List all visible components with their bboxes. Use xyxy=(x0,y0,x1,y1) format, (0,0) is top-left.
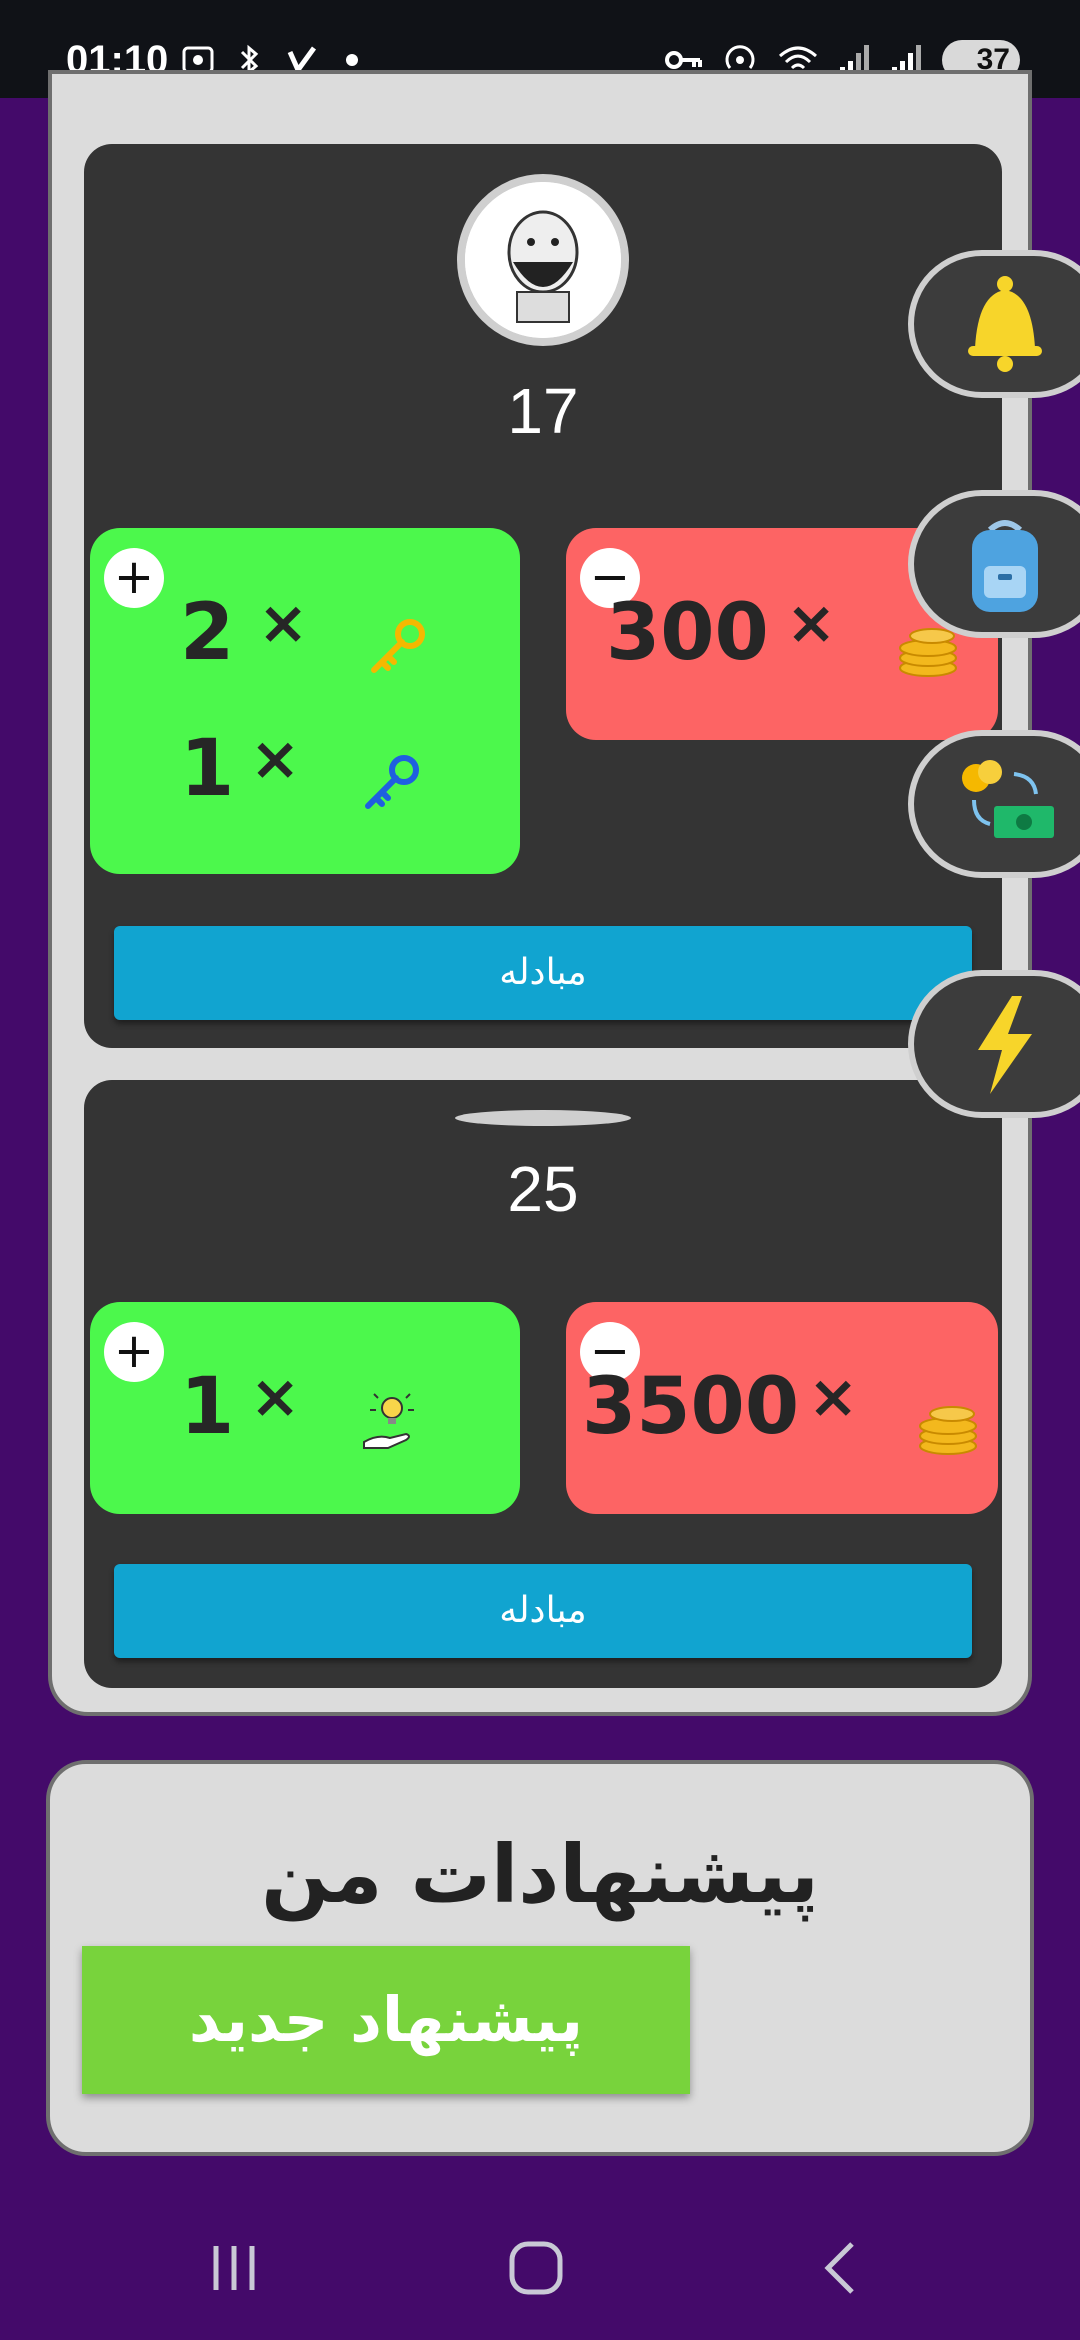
boost-tab[interactable] xyxy=(908,970,1080,1118)
notifications-tab[interactable] xyxy=(908,250,1080,398)
system-nav-bar xyxy=(0,2180,1080,2340)
multiply-sign: × xyxy=(786,588,837,658)
offers-list-panel: 17 + 2 × 1 × − 300 × مبادله 25 + 1 × − 3… xyxy=(48,70,1032,1716)
hint-lightbulb-icon xyxy=(363,1393,414,1449)
back-icon[interactable] xyxy=(812,2240,868,2296)
multiply-sign: × xyxy=(808,1362,859,1432)
my-offers-panel: پیشنهادات من پیشنهاد جدید xyxy=(46,1760,1034,2156)
offer-score: 17 xyxy=(507,375,579,447)
item-quantity: 300 xyxy=(606,588,769,678)
new-offer-button[interactable]: پیشنهاد جدید xyxy=(82,1946,690,2094)
exchange-tab[interactable] xyxy=(908,730,1080,878)
blue-key-icon xyxy=(365,755,419,809)
inventory-tab[interactable] xyxy=(908,490,1080,638)
lightning-icon xyxy=(978,996,1032,1094)
give-items-box: + 2 × 1 × xyxy=(90,528,520,874)
coins-icon xyxy=(919,1406,977,1455)
item-quantity: 3500 xyxy=(582,1362,800,1452)
avatar-image-icon xyxy=(465,182,621,338)
home-icon[interactable] xyxy=(508,2240,564,2296)
exchange-button[interactable]: مبادله xyxy=(114,1564,972,1658)
exchange-button[interactable]: مبادله xyxy=(114,926,972,1020)
avatar[interactable] xyxy=(455,1110,631,1126)
multiply-sign: × xyxy=(250,1362,301,1432)
item-quantity: 1 xyxy=(180,1362,235,1452)
avatar[interactable] xyxy=(457,174,629,346)
item-quantity: 2 xyxy=(180,588,235,678)
dot-icon xyxy=(346,54,358,66)
offer-card: 17 + 2 × 1 × − 300 × مبادله xyxy=(84,144,1002,1048)
recent-apps-icon[interactable] xyxy=(206,2240,262,2296)
offer-score: 25 xyxy=(507,1153,579,1225)
backpack-icon xyxy=(972,520,1038,612)
multiply-sign: × xyxy=(258,588,309,658)
gold-key-icon xyxy=(371,619,425,673)
my-offers-title: پیشنهادات من xyxy=(261,1828,819,1921)
item-quantity: 1 xyxy=(180,724,235,814)
multiply-sign: × xyxy=(250,724,301,794)
add-item-button[interactable]: + xyxy=(104,548,164,608)
bell-icon xyxy=(968,276,1042,372)
exchange-money-icon xyxy=(962,760,1054,838)
offer-card: 25 + 1 × − 3500 × مبادله xyxy=(84,1080,1002,1688)
give-items-box: + 1 × xyxy=(90,1302,520,1514)
receive-items-box: − 3500 × xyxy=(566,1302,998,1514)
add-item-button[interactable]: + xyxy=(104,1322,164,1382)
